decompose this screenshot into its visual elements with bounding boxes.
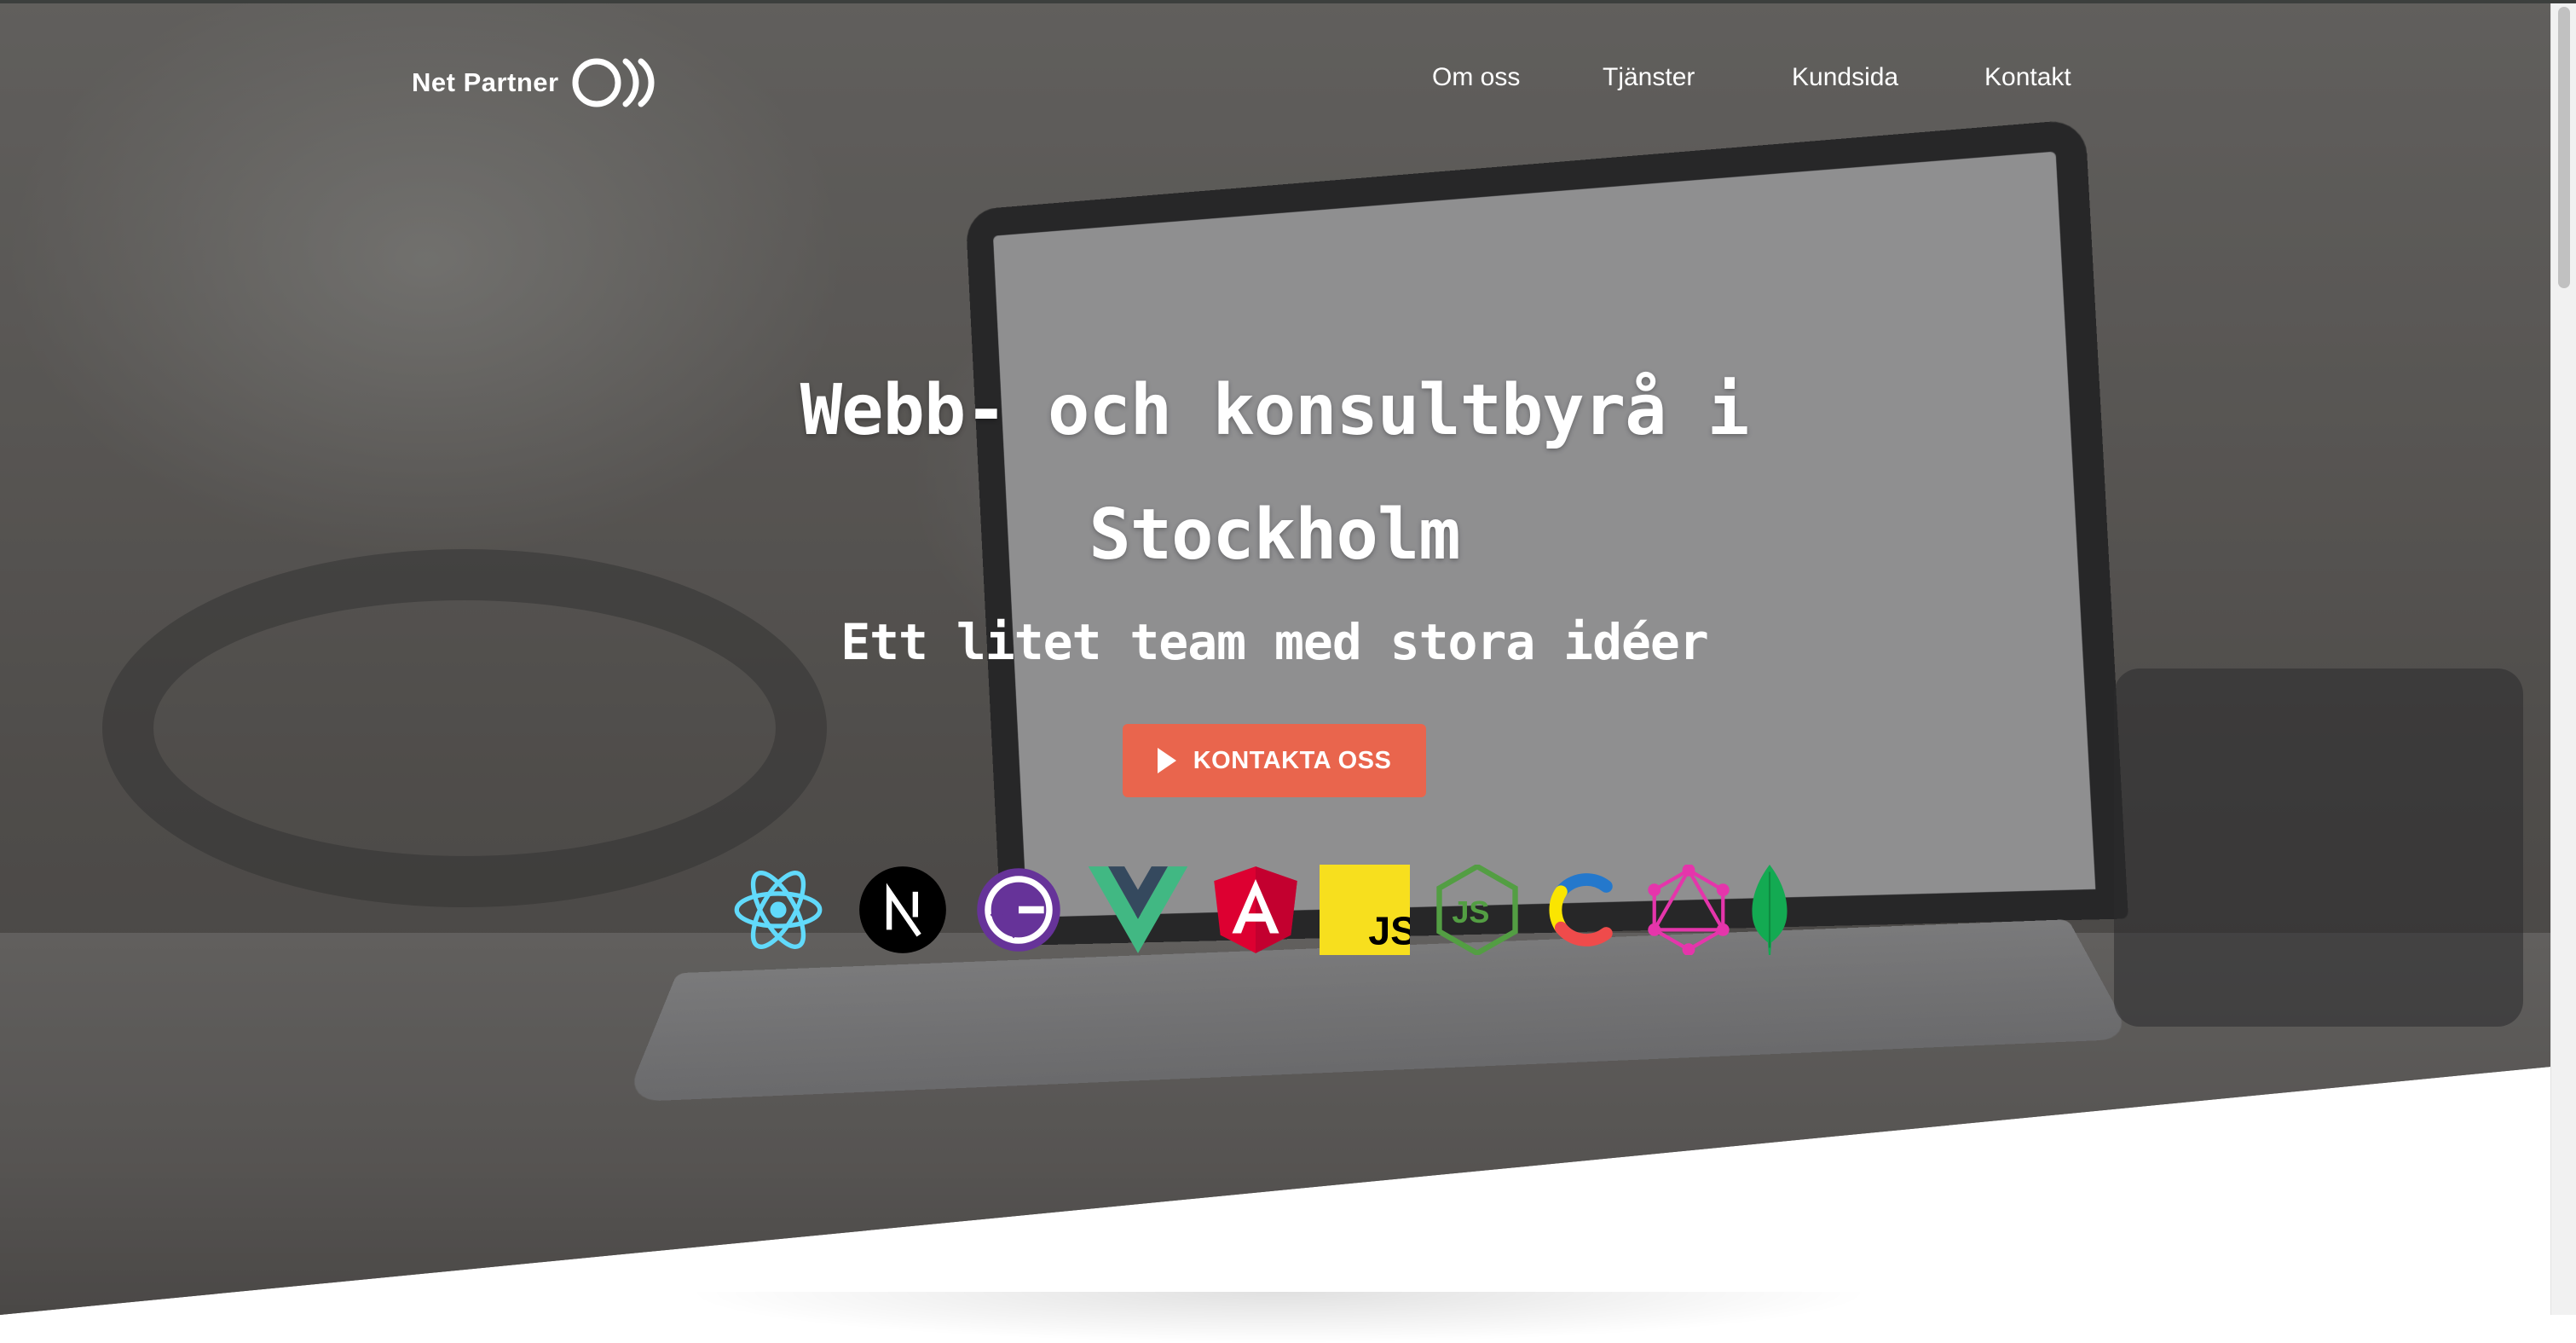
nav-link-kundsida[interactable]: Kundsida — [1792, 63, 1898, 92]
contact-us-button-label: KONTAKTA OSS — [1193, 746, 1392, 774]
tech-icons-row: JS JS — [733, 865, 1788, 958]
react-icon — [734, 871, 823, 949]
nextjs-icon — [859, 866, 946, 953]
mongodb-icon — [1752, 865, 1788, 955]
gatsby-icon — [977, 868, 1060, 952]
angular-icon — [1214, 866, 1297, 953]
content-card-shadow — [682, 1292, 1875, 1343]
hero-section: Webb- och konsultbyrå i Stockholm Ett li… — [0, 3, 2550, 1315]
play-icon — [1157, 748, 1176, 773]
nodejs-icon: JS — [1436, 865, 1518, 955]
svg-text:JS: JS — [1452, 894, 1489, 929]
nav-link-tjanster[interactable]: Tjänster — [1603, 63, 1695, 92]
main-navigation: Net Partner Om oss Tjänster Kundsida Kon… — [0, 3, 2550, 157]
graphql-icon — [1648, 865, 1730, 955]
page-scrollbar[interactable] — [2550, 3, 2576, 1315]
scrollbar-thumb[interactable] — [2558, 7, 2570, 288]
contact-us-button[interactable]: KONTAKTA OSS — [1123, 724, 1426, 797]
vue-icon — [1088, 866, 1188, 953]
net-partner-logo-icon — [572, 58, 655, 107]
brand-name: Net Partner — [412, 67, 559, 97]
nav-link-kontakt[interactable]: Kontakt — [1984, 63, 2071, 92]
brand-logo-link[interactable]: Net Partner — [412, 53, 656, 113]
hero-headline: Webb- och konsultbyrå i Stockholm — [800, 370, 1749, 576]
window-top-border — [0, 0, 2576, 3]
svg-text:JS: JS — [1368, 908, 1410, 952]
javascript-icon: JS — [1320, 865, 1410, 955]
hero-subline: Ett litet team med stora idéer — [840, 613, 1709, 671]
contentful-icon — [1549, 873, 1613, 946]
nav-link-om-oss[interactable]: Om oss — [1432, 63, 1520, 92]
